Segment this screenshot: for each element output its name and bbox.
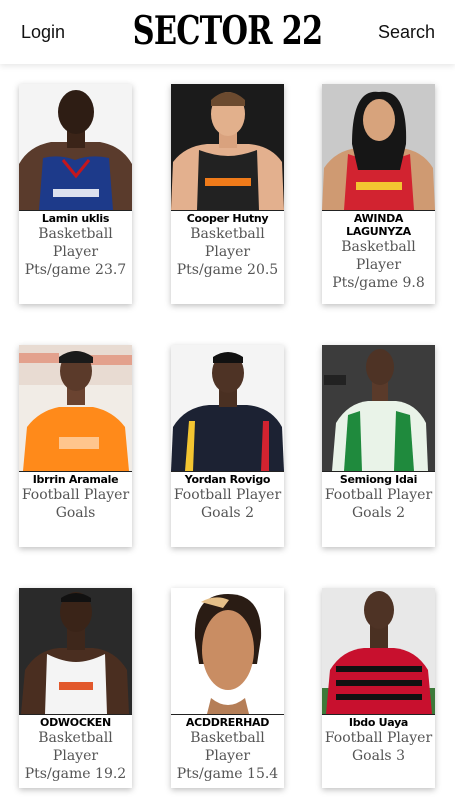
- player-grid: Lamin uklis Basketball Player Pts/game 2…: [0, 0, 455, 800]
- player-stat: Pts/game 15.4: [176, 766, 279, 782]
- player-card[interactable]: Semiong Idai Football Player Goals 2: [322, 345, 435, 547]
- player-role: Basketball Player: [341, 239, 416, 273]
- player-stat: Pts/game 23.7: [24, 262, 127, 278]
- player-role: Football Player: [324, 487, 433, 503]
- top-bar: Login SECTOR 22 Search: [0, 0, 455, 64]
- player-photo: [19, 84, 132, 211]
- player-name: Cooper Hutny: [186, 212, 269, 225]
- player-card[interactable]: Cooper Hutny Basketball Player Pts/game …: [171, 84, 284, 304]
- player-photo: [322, 84, 435, 211]
- player-photo: [322, 588, 435, 715]
- player-name: Ibdo Uaya: [348, 716, 409, 729]
- player-role: Football Player: [21, 487, 130, 503]
- player-name: ACDDRERHAD: [185, 716, 270, 729]
- player-photo: [171, 588, 284, 715]
- player-stat: Pts/game 20.5: [176, 262, 279, 278]
- player-name: Yordan Rovigo: [184, 473, 271, 486]
- player-card[interactable]: Ibrrin Aramale Football Player Goals: [19, 345, 132, 547]
- player-photo: [19, 588, 132, 715]
- search-link[interactable]: Search: [378, 22, 435, 43]
- player-card[interactable]: Yordan Rovigo Football Player Goals 2: [171, 345, 284, 547]
- player-card[interactable]: ACDDRERHAD Basketball Player Pts/game 15…: [171, 588, 284, 788]
- player-photo: [19, 345, 132, 472]
- player-name: Ibrrin Aramale: [32, 473, 119, 486]
- player-card[interactable]: ODWOCKEN Basketball Player Pts/game 19.2: [19, 588, 132, 788]
- player-role: Basketball Player: [190, 226, 265, 260]
- player-photo: [171, 345, 284, 472]
- player-stat: Pts/game 9.8: [332, 275, 425, 291]
- player-photo: [171, 84, 284, 211]
- player-name: Lamin uklis: [41, 212, 110, 225]
- player-name: ODWOCKEN: [40, 716, 111, 729]
- player-role: Basketball Player: [38, 730, 113, 764]
- player-stat: Goals 3: [352, 748, 405, 764]
- player-name: AWINDA LAGUNYZA: [346, 212, 411, 238]
- player-stat: Goals: [55, 505, 96, 521]
- player-stat: Goals 2: [201, 505, 254, 521]
- player-role: Basketball Player: [190, 730, 265, 764]
- player-stat: Goals 2: [352, 505, 405, 521]
- brand-logo[interactable]: SECTOR 22: [50, 8, 405, 54]
- player-card[interactable]: Lamin uklis Basketball Player Pts/game 2…: [19, 84, 132, 304]
- player-stat: Pts/game 19.2: [24, 766, 127, 782]
- player-role: Football Player: [324, 730, 433, 746]
- player-card[interactable]: Ibdo Uaya Football Player Goals 3: [322, 588, 435, 788]
- player-card[interactable]: AWINDA LAGUNYZA Basketball Player Pts/ga…: [322, 84, 435, 304]
- player-name: Semiong Idai: [339, 473, 418, 486]
- player-photo: [322, 345, 435, 472]
- player-role: Football Player: [173, 487, 282, 503]
- player-role: Basketball Player: [38, 226, 113, 260]
